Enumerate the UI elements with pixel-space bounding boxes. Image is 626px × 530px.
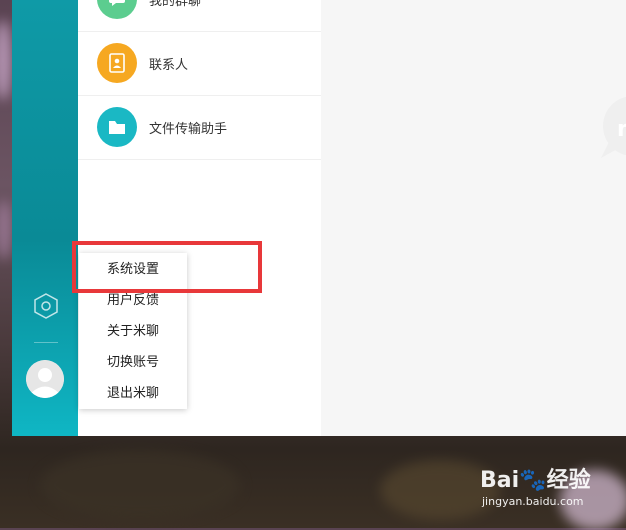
sidebar-divider [34, 342, 58, 343]
background-ground [40, 450, 240, 520]
list-item-file-transfer[interactable]: 文件传输助手 [78, 95, 321, 160]
list-item-label: 我的群聊 [149, 0, 202, 9]
list-item-group-chat[interactable]: 我的群聊 [78, 0, 321, 32]
menu-item-switch-account[interactable]: 切换账号 [79, 347, 187, 378]
svg-text:m: m [617, 117, 626, 142]
baidu-jingyan-watermark: Bai🐾经验 jingyan.baidu.com [480, 462, 620, 518]
highlight-annotation-box [72, 241, 262, 293]
settings-hexagon-icon[interactable] [32, 292, 60, 320]
baidu-watermark-url: jingyan.baidu.com [482, 495, 584, 508]
background-flower [0, 20, 12, 100]
contacts-book-icon [97, 43, 137, 83]
sidebar [12, 0, 78, 436]
avatar[interactable] [26, 360, 64, 398]
miliao-logo-icon: m [601, 96, 626, 158]
list-item-contacts[interactable]: 联系人 [78, 31, 321, 96]
paw-icon: 🐾 [519, 468, 547, 493]
background-flower [0, 200, 12, 260]
group-chat-icon [97, 0, 137, 19]
chat-panel: m [321, 0, 626, 436]
list-item-label: 联系人 [149, 57, 189, 73]
baidu-watermark-brand: Bai🐾经验 [480, 462, 591, 494]
baidu-brand-text: Bai [480, 468, 520, 493]
menu-item-quit[interactable]: 退出米聊 [79, 378, 187, 409]
folder-icon [97, 107, 137, 147]
list-item-label: 文件传输助手 [149, 121, 228, 137]
menu-item-about[interactable]: 关于米聊 [79, 316, 187, 347]
baidu-brand-text-2: 经验 [546, 468, 591, 493]
